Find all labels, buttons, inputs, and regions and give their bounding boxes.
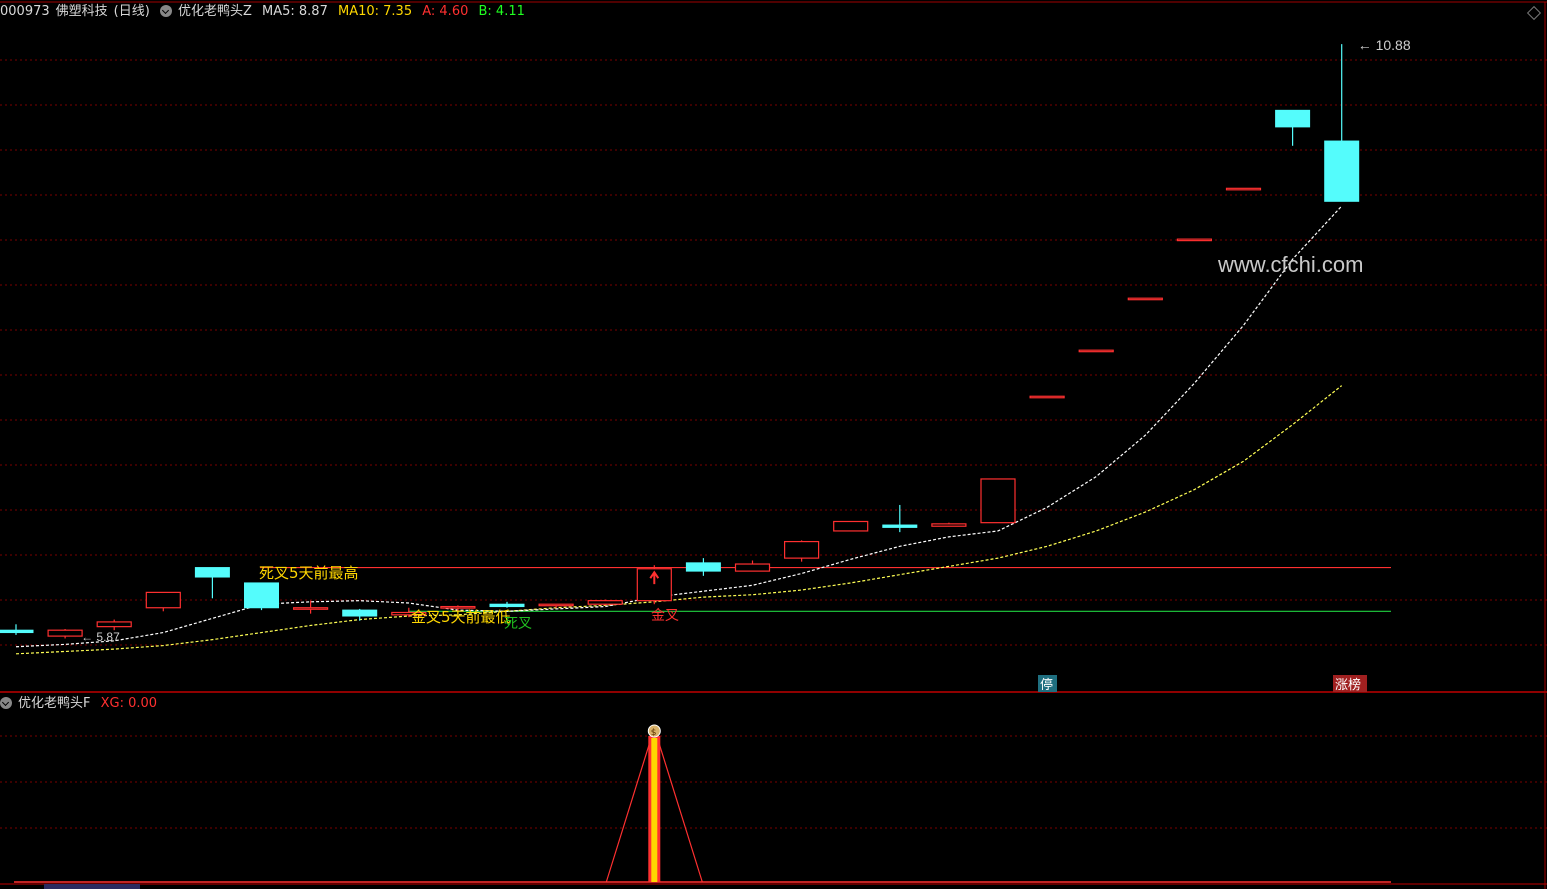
candle-body: [538, 603, 574, 607]
stop-badge: 停: [1038, 675, 1057, 693]
candle-body: [1275, 109, 1311, 128]
candle-body: [293, 607, 329, 610]
candle-2: [96, 619, 132, 631]
badge-text: 涨榜: [1335, 677, 1361, 693]
candle-17: [833, 520, 869, 532]
candle-body: [1324, 140, 1360, 202]
candle-22: [1078, 349, 1114, 353]
candle-1: [47, 629, 83, 639]
candle-23: [1127, 297, 1163, 301]
candle-body: [833, 520, 869, 532]
candle-body: [882, 524, 918, 528]
candle-20: [980, 478, 1016, 524]
candle-body: [342, 609, 378, 617]
candle-10: [489, 601, 525, 608]
candle-18: [882, 504, 918, 533]
candle-body: [145, 591, 181, 609]
candle-12: [587, 599, 623, 606]
candle-body: [194, 567, 230, 578]
candle-14: [685, 558, 721, 576]
dead-cross-label: 死叉: [504, 616, 532, 632]
candle-body: [1078, 349, 1114, 353]
high-level-label: 死叉5天前最高: [259, 564, 359, 582]
candle-body: [96, 621, 132, 628]
candle-25: [1225, 187, 1262, 191]
candle-15: [734, 560, 771, 572]
candle-5: [244, 582, 279, 611]
candle-body: [685, 562, 721, 572]
candle-11: [538, 603, 574, 608]
top-badge: 涨榜: [1333, 675, 1367, 693]
candle-body: [0, 629, 34, 634]
watermark: www.cfchi.com: [1218, 252, 1364, 277]
candle-body: [587, 600, 623, 605]
candle-27: [1324, 44, 1360, 202]
low-level-label: 金叉5天前最低: [411, 608, 511, 626]
badge-text: 停: [1040, 677, 1053, 693]
candle-21: [1029, 395, 1065, 399]
candle-24: [1176, 238, 1213, 242]
candle-body: [980, 478, 1016, 524]
candle-0: [0, 624, 34, 635]
date-scroll-thumb: [44, 884, 140, 889]
candle-body: [47, 629, 83, 637]
candle-26: [1275, 109, 1311, 146]
candle-body: [734, 563, 771, 572]
candle-body: [1176, 238, 1213, 242]
candle-body: [783, 540, 820, 559]
golden-cross-label: 金叉: [651, 608, 679, 624]
candle-16: [783, 540, 820, 562]
candle-19: [931, 522, 967, 527]
candle-body: [244, 582, 279, 609]
kline-chart[interactable]: ← 10.88 ← 5.87 死叉5天前最高金叉5天前最低死叉 金叉停 涨榜 $: [0, 0, 1547, 889]
candle-body: [1127, 297, 1163, 301]
candle-body: [1225, 187, 1262, 191]
candle-3: [145, 591, 181, 612]
min-price-label: ← 5.87: [81, 630, 120, 644]
candle-body: [489, 603, 525, 608]
candle-body: [1029, 395, 1065, 399]
candle-body: [931, 523, 967, 527]
max-price-label: ← 10.88: [1358, 37, 1411, 53]
signal-bar-inner: [651, 738, 658, 882]
candle-4: [194, 567, 230, 599]
ma5-line: [15, 205, 1343, 648]
money-bag-symbol: $: [651, 728, 657, 738]
